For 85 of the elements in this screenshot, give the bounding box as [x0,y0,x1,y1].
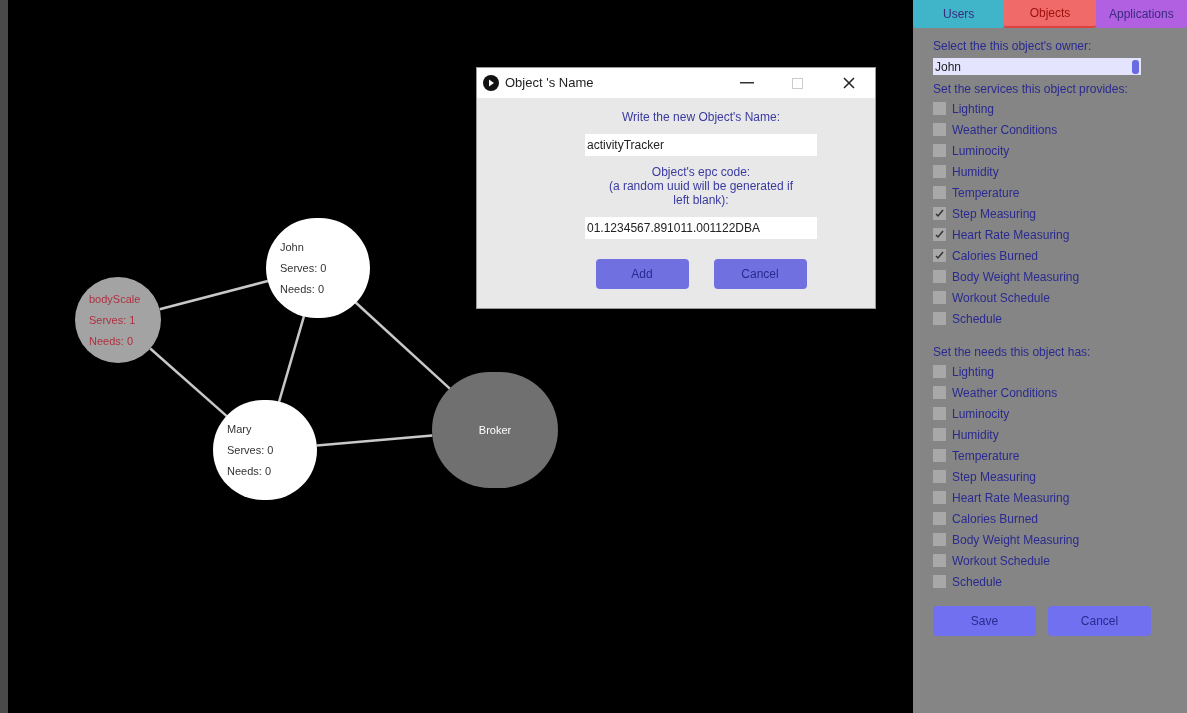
epc-label: left blank): [673,193,729,207]
user-node[interactable]: John Serves: 0 Needs: 0 [266,218,370,318]
epc-field[interactable]: 01.1234567.891011.001122DBA [585,217,817,239]
checkbox-label: Heart Rate Measuring [952,489,1070,507]
dialog-button[interactable]: Cancel [713,259,807,289]
checkbox-label: Temperature [952,447,1020,465]
checkbox[interactable] [933,270,946,283]
scroll-thumb[interactable] [1132,59,1139,74]
checkbox[interactable] [933,533,946,546]
app-icon [483,75,499,91]
node-count: Needs: 0 [89,333,134,349]
checkbox[interactable] [933,165,946,178]
name-field[interactable]: activityTracker [585,134,817,156]
checkbox-label: Weather Conditions [952,121,1058,139]
checkbox-label: Calories Burned [952,510,1039,528]
node-count: Serves: 0 [280,260,327,276]
checkbox[interactable] [933,365,946,378]
checkbox[interactable] [933,228,946,241]
checkbox[interactable] [933,102,946,115]
check-icon [935,230,944,239]
checkbox-label: Body Weight Measuring [952,268,1080,286]
checkbox-label: Humidity [952,426,999,444]
node-count: Needs: 0 [227,463,272,479]
checkbox-label: Luminocity [952,405,1010,423]
checkbox-label: Temperature [952,184,1020,202]
checkbox[interactable] [933,491,946,504]
checkbox-label: Step Measuring [952,205,1037,223]
checkbox-label: Luminocity [952,142,1010,160]
window-title: Object 's Name [505,74,594,93]
checkbox-label: Workout Schedule [952,289,1050,307]
user-node[interactable]: Mary Serves: 0 Needs: 0 [213,400,317,500]
checkbox[interactable] [933,449,946,462]
needs-label: Set the needs this object has: [933,344,1092,361]
checkbox-label: Workout Schedule [952,552,1050,570]
node-name: Broker [478,422,512,438]
checkbox-label: Schedule [952,573,1003,591]
checkbox[interactable] [933,575,946,588]
node-count: Serves: 1 [89,312,136,328]
panel-button[interactable]: Save [933,606,1036,636]
broker-node[interactable]: Broker [432,372,558,488]
checkbox-label: Schedule [952,310,1003,328]
epc-label: (a random uuid will be generated if [608,179,794,193]
checkbox-label: Lighting [952,100,995,118]
tab[interactable]: Objects [1004,0,1096,28]
panel-button[interactable]: Cancel [1048,606,1151,636]
checkbox[interactable] [933,291,946,304]
minimize-icon[interactable] [740,82,754,84]
close-icon[interactable] [843,77,855,89]
owner-select[interactable]: John [933,58,1141,75]
dialog-button[interactable]: Add [595,259,689,289]
node-name: John [280,239,304,255]
checkbox-label: Heart Rate Measuring [952,226,1070,244]
owner-label: Select the this object's owner: [933,38,1093,55]
checkbox[interactable] [933,144,946,157]
checkbox[interactable] [933,428,946,441]
tab[interactable]: Applications [1095,0,1187,28]
node-name: bodyScale [89,291,141,307]
checkbox-label: Weather Conditions [952,384,1058,402]
epc-label: Object's epc code: [651,165,751,179]
object-node[interactable]: bodyScale Serves: 1 Needs: 0 [75,277,161,363]
owner-value: John [935,58,962,76]
checkbox[interactable] [933,186,946,199]
checkbox[interactable] [933,554,946,567]
checkbox[interactable] [933,123,946,136]
checkbox[interactable] [933,249,946,262]
tab[interactable]: Users [913,0,1005,28]
checkbox-label: Step Measuring [952,468,1037,486]
checkbox[interactable] [933,407,946,420]
check-icon [935,209,944,218]
node-count: Needs: 0 [280,281,325,297]
node-name: Mary [227,421,252,437]
checkbox-label: Lighting [952,363,995,381]
name-label: Write the new Object's Name: [621,109,781,126]
checkbox[interactable] [933,512,946,525]
checkbox-label: Body Weight Measuring [952,531,1080,549]
checkbox[interactable] [933,386,946,399]
checkbox-label: Calories Burned [952,247,1039,265]
checkbox[interactable] [933,470,946,483]
checkbox[interactable] [933,207,946,220]
checkbox-label: Humidity [952,163,999,181]
check-icon [935,251,944,260]
node-count: Serves: 0 [227,442,274,458]
maximize-icon[interactable] [792,77,803,89]
services-label: Set the services this object provides: [933,81,1129,98]
checkbox[interactable] [933,312,946,325]
